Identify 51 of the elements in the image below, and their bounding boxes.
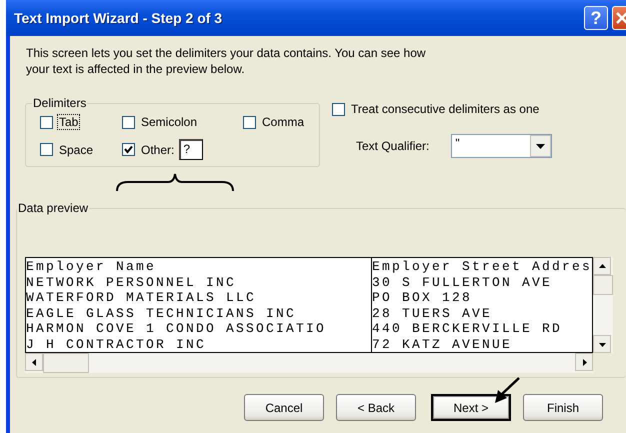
delimiter-label: Comma — [261, 115, 306, 129]
qualifier-dropdown[interactable]: " — [451, 134, 552, 158]
preview-cell-text: 72 KATZ AVENUE — [372, 336, 513, 352]
delimiter-label: Other: — [140, 142, 176, 156]
intro-text: This screen lets you set the delimiters your data contains. You can see how your text is affected in the preview below. — [25, 45, 426, 77]
wizard-button[interactable]: Cancel — [244, 394, 324, 421]
triangle-right-icon — [580, 358, 588, 366]
scrollbar-thumb[interactable] — [593, 275, 613, 295]
preview-cell-text: 30 S FULLERTON AVE — [372, 274, 553, 290]
delimiter-label: Semicolon — [140, 115, 198, 129]
delimiter-checkbox[interactable] — [243, 116, 256, 128]
scrollbar-thumb[interactable] — [43, 353, 89, 373]
preview-cell-text: HARMON COVE 1 CONDO ASSOCIATIO — [26, 321, 328, 337]
consecutive-label: Treat consecutive delimiters as one — [350, 102, 540, 116]
wizard-button[interactable]: Finish — [523, 394, 603, 421]
group-label: Delimiters — [32, 96, 88, 110]
scroll-down-button[interactable] — [593, 335, 611, 353]
close-button[interactable] — [612, 6, 626, 30]
dropdown-arrow-icon — [536, 144, 546, 148]
delimiter-checkbox[interactable] — [40, 116, 53, 128]
qualifier-label: Text Qualifier: — [356, 139, 430, 153]
scroll-right-button[interactable] — [575, 353, 593, 371]
preview-cell-text: 28 TUERS AVE — [372, 306, 493, 322]
triangle-left-icon — [30, 358, 38, 366]
window-title: Text Import Wizard - Step 2 of 3 — [14, 10, 224, 26]
preview-cell-text: Employer Name — [26, 259, 158, 275]
delimiter-label: Tab — [58, 115, 80, 129]
triangle-up-icon — [598, 262, 606, 270]
consecutive-checkbox[interactable] — [332, 102, 345, 116]
preview-cell-text: J H CONTRACTOR INC — [26, 336, 208, 352]
preview-cell-text: 440 BERCKERVILLE RD — [372, 321, 563, 337]
preview-cell: Employer Street Addres — [372, 259, 592, 275]
preview-cell-text: WATERFORD MATERIALS LLC — [26, 290, 258, 306]
help-button[interactable]: ? — [584, 6, 608, 30]
pointer-arrow-drawing — [494, 377, 520, 404]
preview-cell-text: EAGLE GLASS TECHNICIANS INC — [26, 306, 298, 322]
delimiter-label: Space — [58, 142, 94, 156]
preview-cell-text: NETWORK PERSONNEL INC — [26, 274, 238, 290]
scroll-left-button[interactable] — [25, 353, 43, 371]
horizontal-scrollbar[interactable] — [25, 353, 593, 373]
vertical-scrollbar[interactable] — [593, 257, 613, 353]
delimiter-checkbox[interactable] — [122, 116, 135, 128]
delimiter-checkbox[interactable] — [122, 143, 135, 156]
scroll-up-button[interactable] — [593, 257, 611, 275]
delimiter-checkbox[interactable] — [40, 143, 53, 156]
preview-cell-text: PO BOX 128 — [372, 290, 473, 306]
wizard-button[interactable]: Next > — [431, 394, 511, 421]
group-label: Data preview — [17, 201, 90, 215]
other-delimiter-field[interactable]: ? — [179, 139, 204, 160]
triangle-down-icon — [598, 340, 606, 348]
wizard-button[interactable]: < Back — [336, 394, 416, 421]
